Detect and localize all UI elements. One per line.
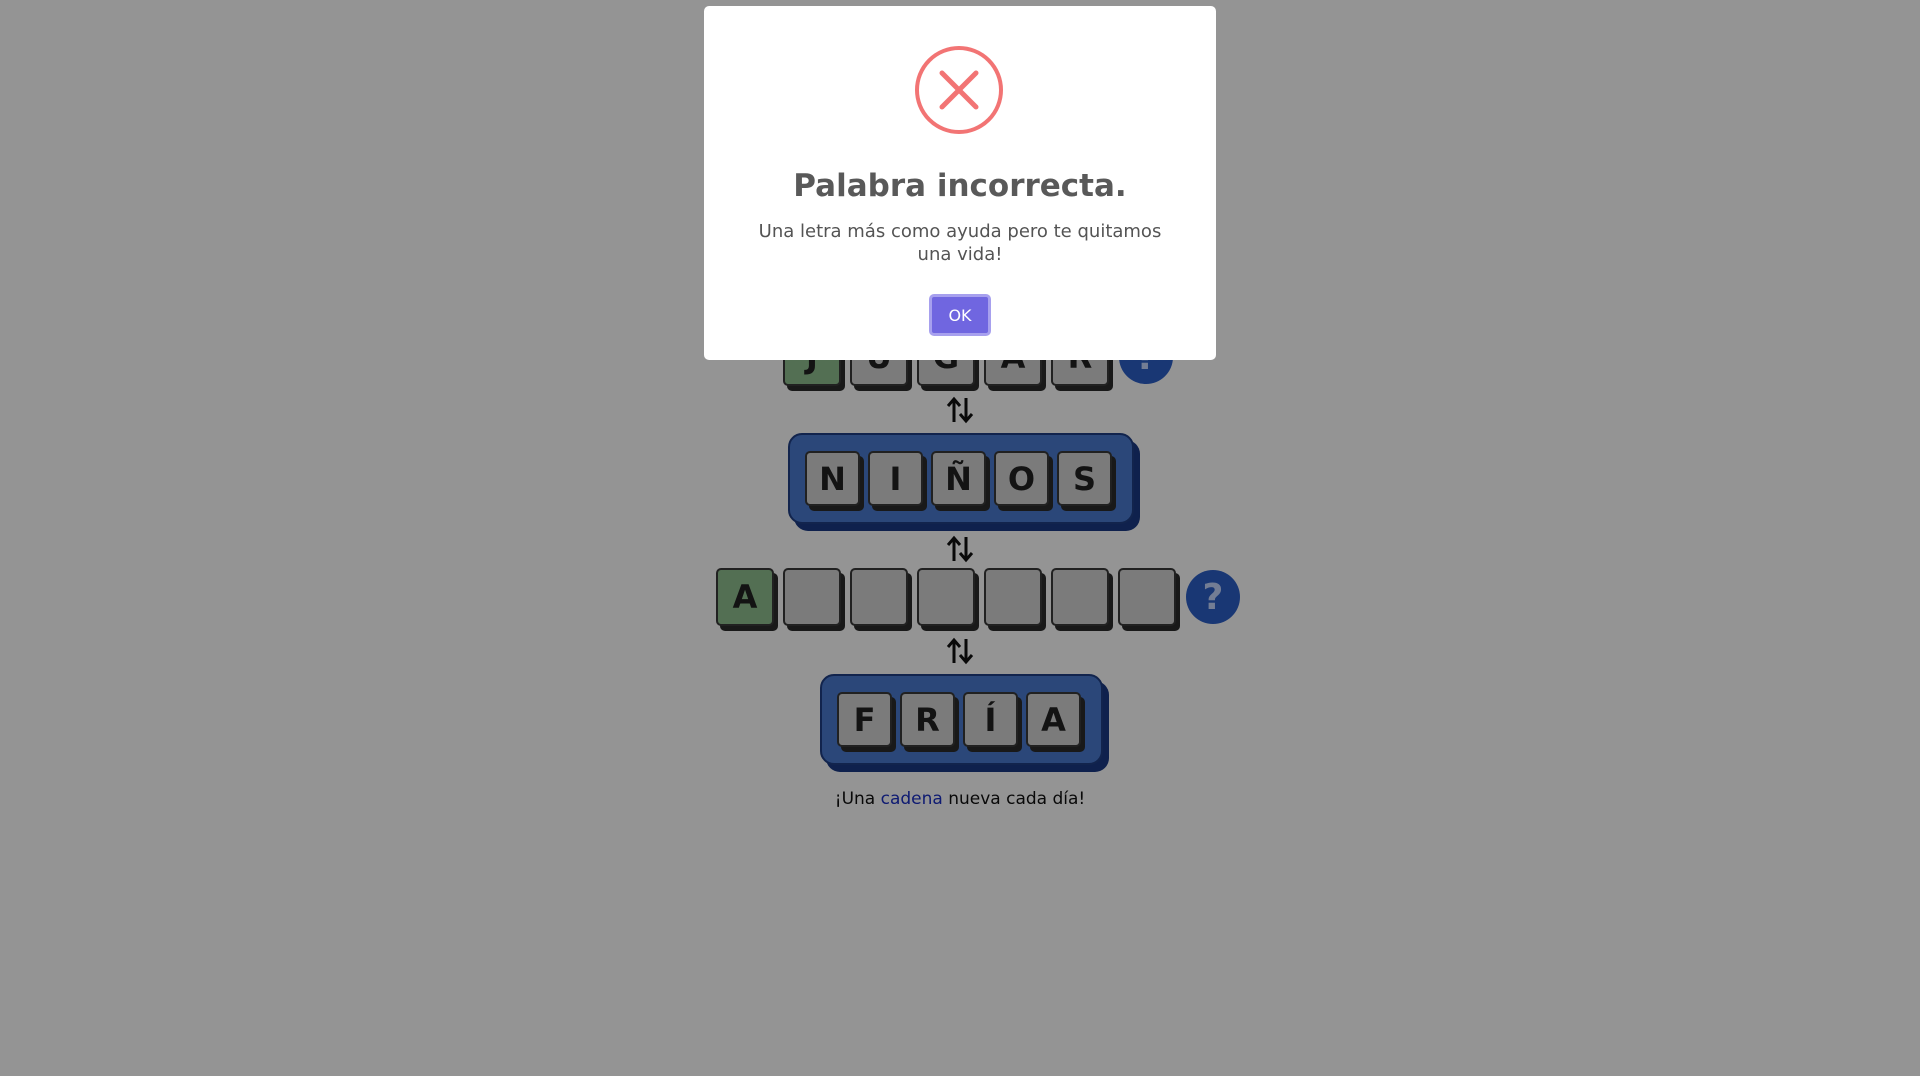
ok-button[interactable]: OK bbox=[929, 294, 991, 336]
error-x-icon bbox=[915, 46, 1003, 134]
dialog-message: Una letra más como ayuda pero te quitamo… bbox=[758, 221, 1162, 265]
error-dialog: Palabra incorrecta. Una letra más como a… bbox=[704, 6, 1216, 360]
dialog-title: Palabra incorrecta. bbox=[793, 168, 1127, 204]
